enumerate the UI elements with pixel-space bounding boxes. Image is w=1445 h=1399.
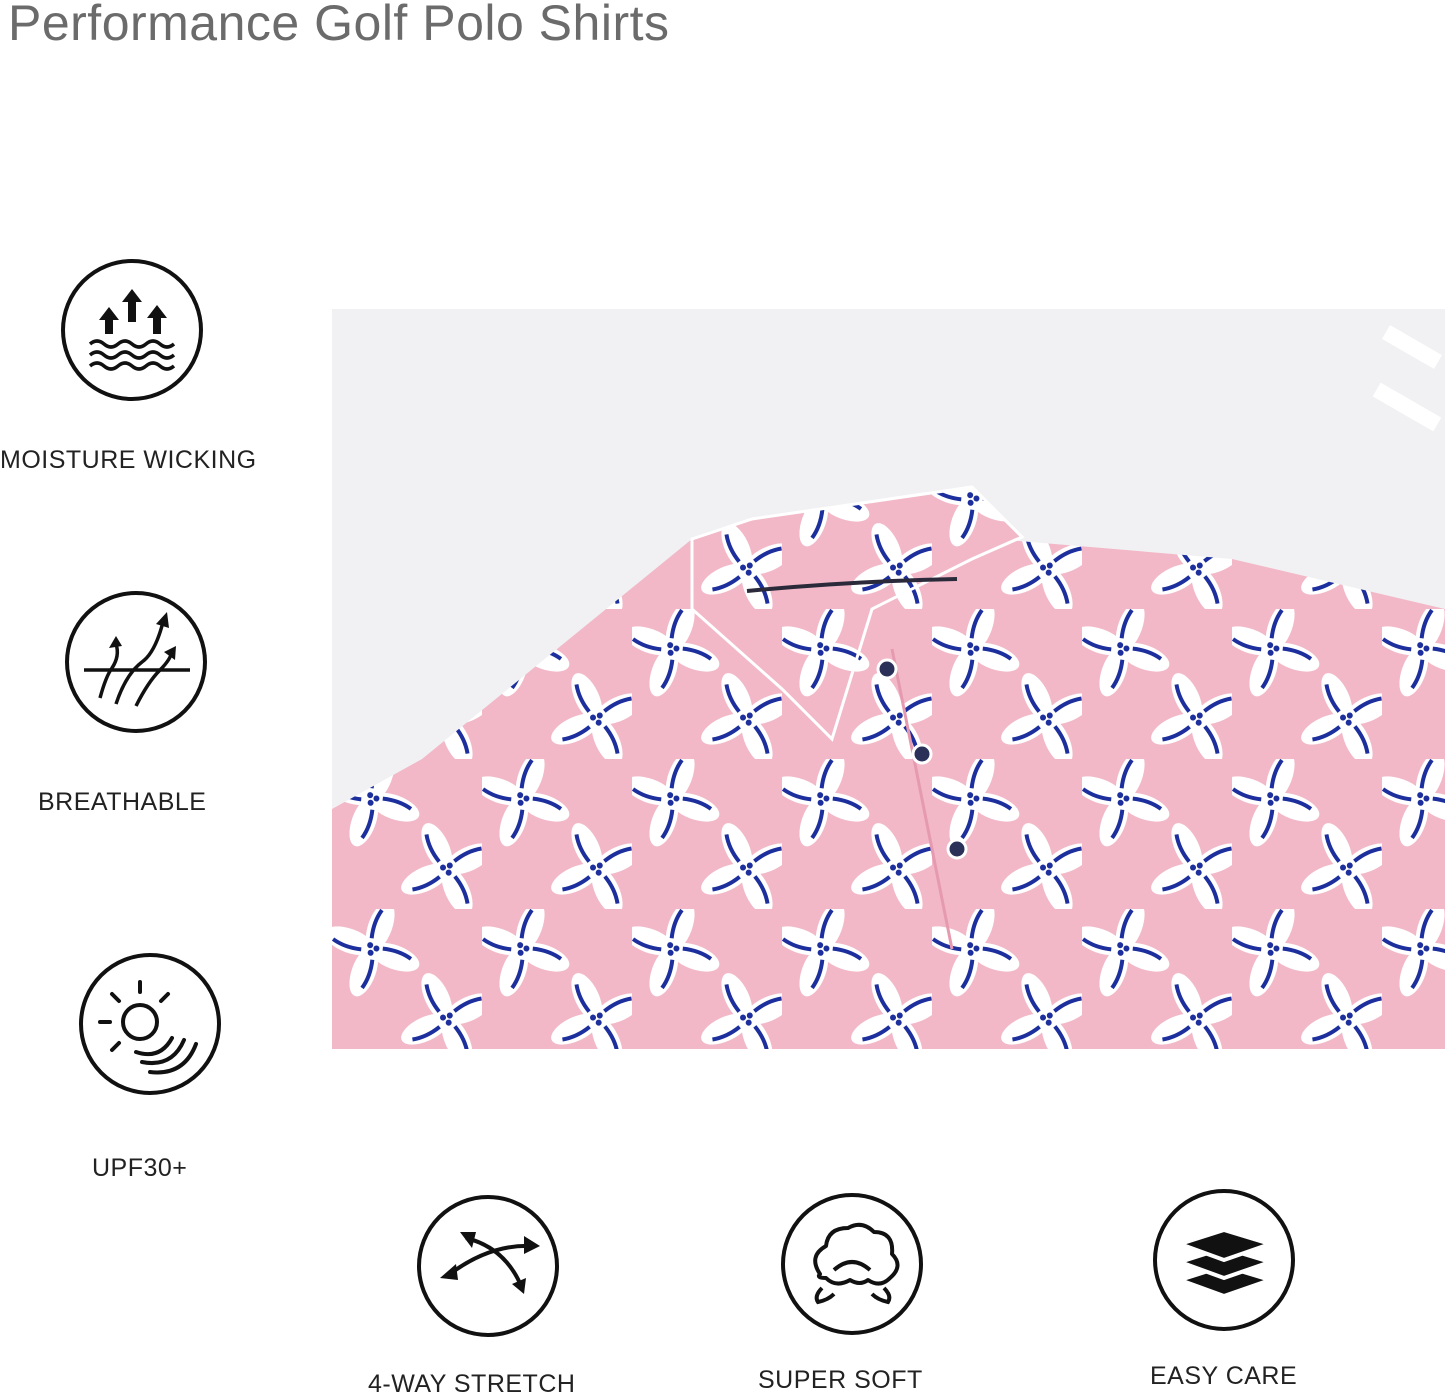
breathable-icon: [64, 590, 208, 734]
stacked-layers-icon: [1152, 1188, 1296, 1332]
soft-label: SUPER SOFT: [758, 1366, 923, 1394]
cotton-soft-icon: [780, 1192, 924, 1336]
breathable-label: BREATHABLE: [38, 788, 207, 816]
moisture-wicking-label: MOISTURE WICKING: [0, 446, 257, 474]
sun-protection-icon: [78, 952, 222, 1096]
stretch-arrows-icon: [416, 1194, 560, 1338]
stretch-label: 4-WAY STRETCH: [368, 1370, 576, 1398]
easy-care-label: EASY CARE: [1150, 1362, 1298, 1390]
moisture-wicking-icon: [60, 258, 204, 402]
page-title: Performance Golf Polo Shirts: [8, 0, 670, 51]
product-photo: [332, 309, 1445, 1049]
upf-label: UPF30+: [92, 1154, 188, 1182]
